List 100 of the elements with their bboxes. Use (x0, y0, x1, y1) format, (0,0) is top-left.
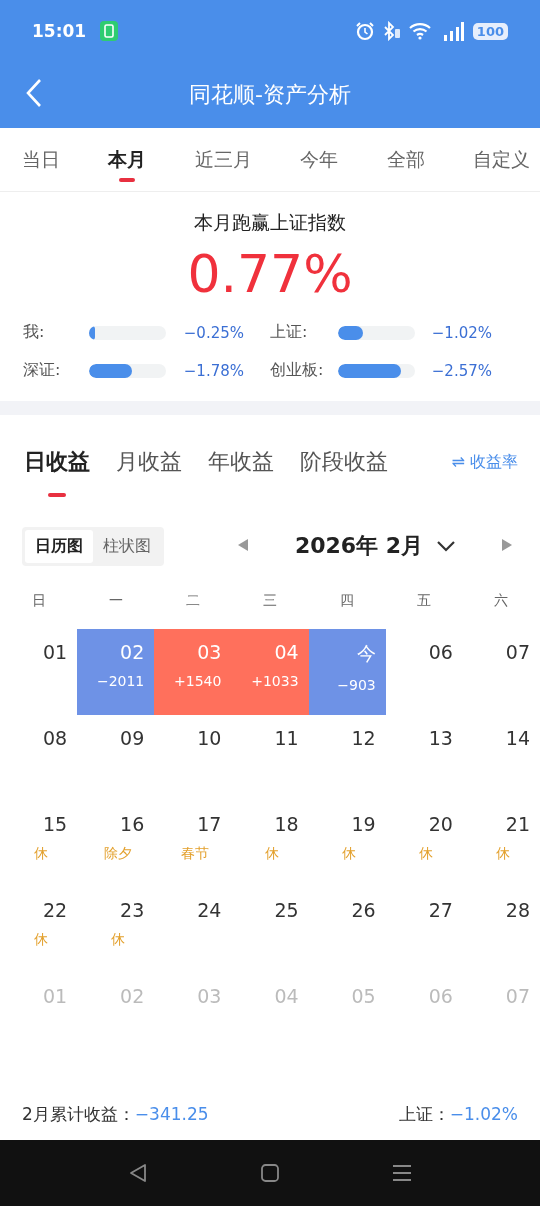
month-selector[interactable]: 2026年 2月 (294, 531, 456, 561)
battery-level: 100 (472, 22, 508, 40)
total-label: 2月累计收益： (22, 1102, 135, 1126)
weekday-label: 五 (416, 592, 433, 610)
view-option[interactable]: 日历图 (25, 529, 93, 563)
weekday-label: 日 (30, 592, 47, 610)
day-number: 02 (120, 641, 145, 663)
page-title: 同花顺-资产分析 (189, 81, 351, 109)
previous-month-button[interactable] (238, 538, 248, 554)
day-number: 20 (428, 813, 453, 835)
weekday-label: 四 (339, 592, 356, 610)
day-number: 22 (42, 899, 68, 921)
profit-tab[interactable]: 月收益 (116, 439, 182, 499)
day-number: 25 (274, 899, 299, 921)
period-tab[interactable]: 近三月 (188, 128, 258, 191)
day-number: 04 (274, 985, 299, 1007)
comparison-value: −0.25% (182, 323, 244, 342)
day-number: 27 (428, 899, 453, 921)
holiday-note: 休 (418, 845, 434, 863)
index-label: 上证： (398, 1102, 450, 1126)
weekday-label: 六 (493, 592, 510, 610)
comparison-value: −2.57% (430, 361, 492, 380)
day-number: 06 (428, 985, 453, 1007)
comparison-label: 深证: (23, 360, 62, 381)
weekday-label: 一 (107, 592, 124, 610)
day-number: 26 (351, 899, 376, 921)
summary-value: 0.77% (187, 244, 353, 304)
day-number: 02 (120, 985, 145, 1007)
day-number: 18 (274, 813, 299, 835)
period-tab[interactable]: 自定义 (466, 128, 536, 191)
comparison-label: 上证: (269, 322, 309, 343)
profit-tab[interactable]: 日收益 (24, 439, 90, 499)
summary-title: 本月跑赢上证指数 (194, 210, 346, 235)
day-number: 16 (120, 813, 145, 835)
day-number: 23 (120, 899, 145, 921)
day-cell[interactable]: 02 −2011 (77, 629, 155, 715)
index-value: −1.02% (449, 1104, 518, 1124)
day-number: 08 (42, 727, 68, 749)
day-number: 14 (505, 727, 530, 749)
holiday-note: 春节 (179, 845, 209, 863)
day-profit: −2011 (96, 673, 145, 689)
status-time: 15:01 (32, 21, 87, 41)
holiday-note: 休 (264, 845, 279, 863)
comparison-label: 我: (23, 322, 46, 343)
day-number: 01 (42, 641, 68, 663)
day-number: 05 (351, 985, 376, 1007)
day-number: 17 (197, 813, 222, 835)
holiday-note: 休 (32, 845, 48, 863)
period-tab[interactable]: 当日 (16, 128, 66, 191)
day-number: 07 (505, 985, 530, 1007)
home-nav-icon[interactable] (260, 1163, 280, 1183)
day-number: 19 (351, 813, 376, 835)
profit-tab[interactable]: 年收益 (208, 439, 274, 499)
back-button[interactable] (26, 78, 42, 108)
day-number: 03 (197, 641, 222, 663)
weekday-label: 三 (262, 592, 278, 610)
period-tab[interactable]: 全部 (380, 128, 431, 191)
day-number: 09 (120, 727, 145, 749)
comparison-value: −1.02% (430, 323, 492, 342)
comparison-label: 创业板: (269, 360, 325, 381)
comparison-value: −1.78% (182, 361, 244, 380)
day-profit: +1033 (251, 673, 299, 689)
wifi-icon (408, 22, 433, 40)
day-number: 06 (428, 641, 453, 663)
day-profit: −903 (337, 677, 376, 693)
holiday-note: 休 (32, 931, 48, 949)
day-number: 01 (42, 985, 68, 1007)
day-number: 04 (274, 641, 299, 663)
day-number: 21 (505, 813, 530, 835)
day-number: 15 (42, 813, 68, 835)
day-profit: +1540 (174, 673, 222, 689)
view-toggle[interactable]: 日历图 柱状图 (22, 526, 164, 566)
holiday-note: 休 (341, 845, 357, 863)
back-nav-icon[interactable] (128, 1163, 148, 1183)
chevron-down-icon (437, 540, 456, 552)
alarm-icon (354, 21, 375, 41)
profit-tab[interactable]: 阶段收益 (300, 439, 388, 499)
holiday-note: 除夕 (102, 845, 132, 863)
period-tab[interactable]: 本月 (102, 128, 153, 191)
period-tab[interactable]: 今年 (294, 128, 345, 191)
day-number: 28 (505, 899, 530, 921)
day-number: 11 (274, 727, 299, 749)
day-number: 10 (197, 727, 222, 749)
total-value: −341.25 (134, 1104, 209, 1124)
battery-charging-icon (100, 21, 119, 41)
rate-switch-link[interactable]: ⇌ 收益率 (451, 451, 518, 473)
view-option[interactable]: 柱状图 (93, 529, 161, 563)
weekday-label: 二 (184, 592, 201, 610)
holiday-note: 休 (109, 931, 125, 949)
bluetooth-icon (382, 21, 401, 41)
next-month-button[interactable] (502, 538, 512, 554)
holiday-note: 休 (495, 845, 511, 863)
day-number: 12 (351, 727, 376, 749)
day-number: 13 (428, 727, 453, 749)
day-number: 03 (197, 985, 222, 1007)
day-number: 07 (505, 641, 530, 663)
day-number: 今 (356, 641, 376, 666)
day-cell[interactable]: 今 −903 (308, 629, 386, 715)
menu-icon[interactable] (392, 1164, 412, 1182)
day-number: 24 (197, 899, 222, 921)
